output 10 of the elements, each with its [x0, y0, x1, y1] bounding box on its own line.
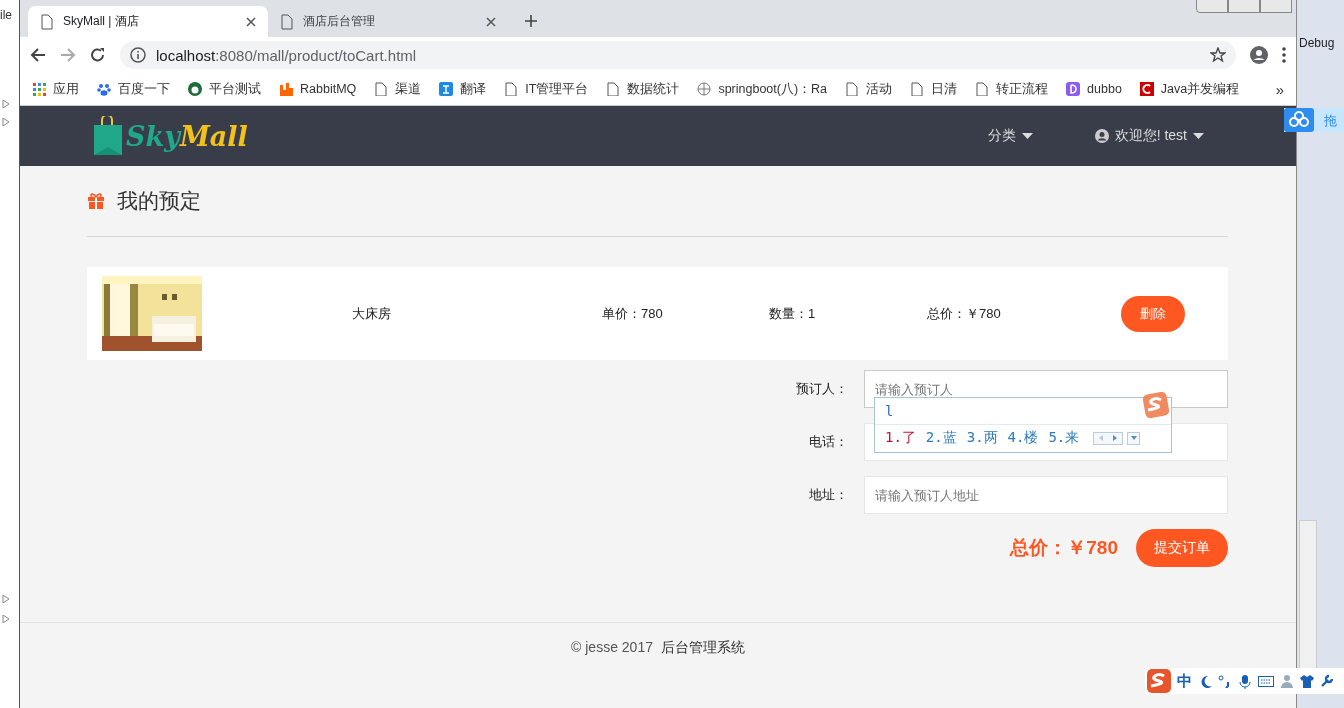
field-label: 电话：: [809, 433, 848, 451]
order-total: 总价：￥780: [1010, 536, 1118, 560]
room-name: 大床房: [352, 304, 392, 323]
page-heading: 我的预定: [117, 188, 201, 214]
copyright-text: © jesse 2017: [571, 639, 653, 657]
quantity: 数量：1: [769, 304, 817, 323]
field-label: 预订人：: [796, 380, 848, 398]
item-total: 总价：￥780: [927, 304, 1002, 323]
field-label: 地址：: [809, 486, 848, 504]
unit-price: 单价：780: [602, 304, 664, 323]
